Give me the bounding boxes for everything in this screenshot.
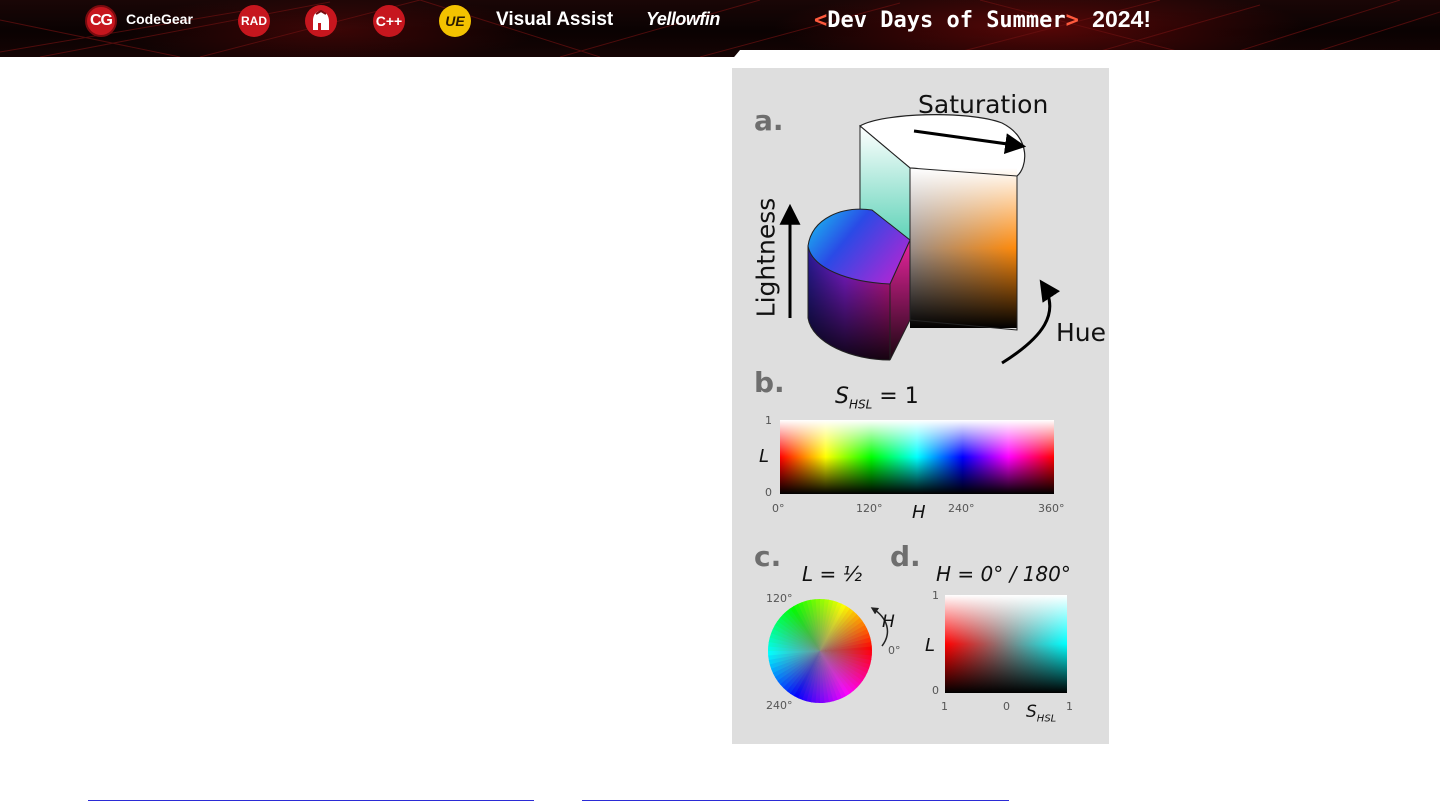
spartan-helmet-logo-icon[interactable] [305, 5, 337, 37]
panel-d-letter: d. [890, 540, 921, 573]
panel-b-tick-240: 240° [948, 502, 975, 515]
ue-logo-icon[interactable]: UE [439, 5, 471, 37]
panel-d-title: H = 0° / 180° [936, 562, 1071, 586]
panel-b-tick-120: 120° [856, 502, 883, 515]
banner-streak-lines [0, 0, 1440, 57]
panel-d-x-label: SHSL [1026, 702, 1056, 724]
panel-b-tick-0: 0° [772, 502, 785, 515]
panel-c-tick-240: 240° [766, 699, 793, 712]
panel-d-x-mid: 0 [1003, 700, 1010, 713]
event-title-year: 2024! [1092, 6, 1151, 32]
hsl-figure: a. Saturation Lightness Hue b. SHSL = 1 … [732, 68, 1109, 744]
saturation-label: Saturation [918, 90, 1049, 119]
panel-b-x-label: H [912, 502, 926, 523]
panel-d-y-bottom: 0 [932, 684, 939, 697]
rad-logo-mark: RAD [241, 14, 267, 28]
event-title-close: > [1065, 8, 1079, 33]
panel-c-letter: c. [754, 540, 782, 573]
rad-logo-icon[interactable]: RAD [238, 5, 270, 37]
panel-c-tick-0: 0° [888, 644, 901, 657]
hue-label: Hue [1056, 318, 1107, 347]
link-underline-right[interactable] [582, 800, 1009, 801]
panel-d-y-label: L [925, 635, 936, 656]
panel-d-x-right: 1 [1066, 700, 1073, 713]
panel-b-title-s: S [835, 384, 849, 409]
panel-b-y-label: L [759, 446, 770, 467]
ue-logo-mark: UE [445, 13, 465, 29]
event-title-open: < [814, 8, 828, 33]
codegear-label[interactable]: CodeGear [126, 11, 193, 27]
saturation-lightness-square [945, 595, 1067, 693]
panel-a-letter: a. [754, 104, 784, 137]
panel-d-x-left: 1 [941, 700, 948, 713]
panel-d-x-label-s: S [1026, 702, 1037, 722]
event-title[interactable]: <Dev Days of Summer> 2024! [814, 6, 1151, 33]
panel-c-tick-120: 120° [766, 592, 793, 605]
banner-notch [729, 50, 1440, 62]
panel-b-letter: b. [754, 366, 785, 399]
event-banner: CG CodeGear RAD C++ UE Visual Assist Yel… [0, 0, 1440, 57]
hsl-cylinder-diagram [779, 114, 1061, 365]
cpp-logo-mark: C++ [375, 13, 403, 29]
panel-d-y-top: 1 [932, 589, 939, 602]
link-underline-left[interactable] [88, 800, 534, 801]
panel-b-title-sub: HSL [848, 397, 873, 412]
lightness-label: Lightness [751, 197, 781, 318]
visual-assist-logo-icon[interactable]: Visual Assist [496, 9, 613, 31]
spartan-helmet-icon [313, 10, 329, 30]
panel-b-y-bottom: 0 [765, 486, 772, 499]
panel-b-tick-360: 360° [1038, 502, 1065, 515]
panel-c-h-label: H [882, 612, 895, 632]
panel-b-title: SHSL = 1 [835, 384, 919, 411]
panel-c-title: L = ½ [802, 562, 862, 586]
hsl-figure-graphics [768, 114, 1067, 704]
cpp-builder-logo-icon[interactable]: C++ [373, 5, 405, 37]
codegear-logo-mark: CG [90, 12, 113, 29]
hue-wheel-center [768, 599, 872, 703]
panel-d-x-label-sub: HSL [1036, 713, 1057, 725]
panel-b-y-top: 1 [765, 414, 772, 427]
yellowfin-logo-icon[interactable]: Yellowfin [646, 9, 720, 30]
codegear-logo-icon[interactable]: CG [85, 5, 117, 37]
panel-b-title-eq: = 1 [872, 384, 919, 409]
event-title-name: Dev Days of Summer [827, 8, 1066, 33]
hue-lightness-strip [780, 420, 1054, 494]
